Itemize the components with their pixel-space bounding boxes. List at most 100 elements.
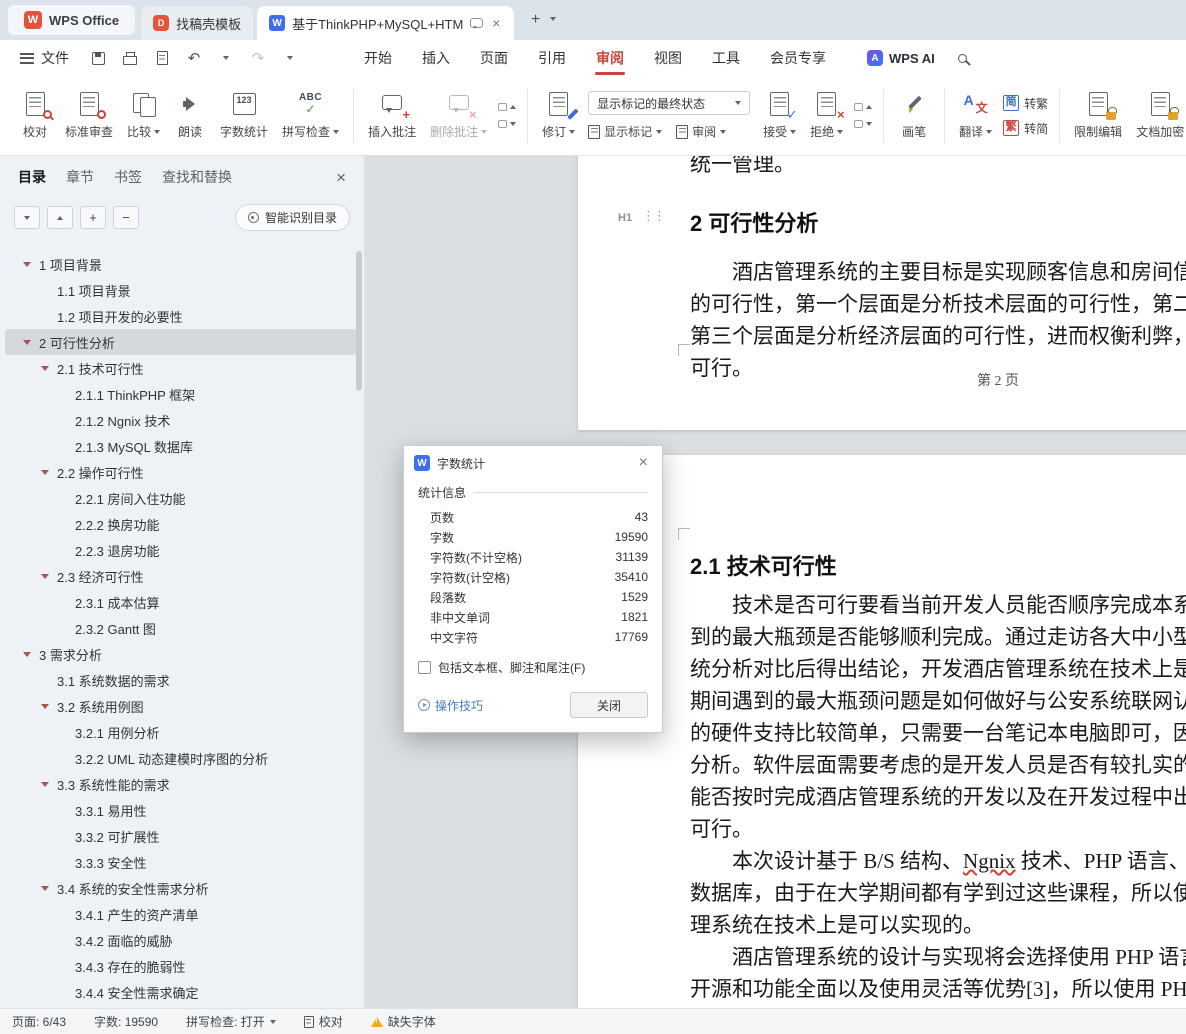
toc-expand-arrow-icon[interactable] [41, 885, 49, 891]
print-button[interactable] [119, 47, 141, 69]
menu-tab[interactable]: 开始 [349, 40, 407, 76]
pen-button[interactable]: 画笔 [891, 87, 937, 144]
toc-item[interactable]: 2.2.2 换房功能 [5, 511, 359, 537]
next-revision-button[interactable] [854, 120, 873, 128]
document-canvas[interactable]: 统一管理。 H1 ⋮⋮ 2 可行性分析 酒店管理系统的主要目标是实现顾客信息和房… [365, 156, 1186, 1008]
tab-close-icon[interactable]: × [490, 14, 502, 32]
toc-item[interactable]: 3.4 系统的安全性需求分析 [5, 875, 359, 901]
status-proofread[interactable]: 校对 [303, 1013, 343, 1030]
toc-item[interactable]: 3.3.2 可扩展性 [5, 823, 359, 849]
toc-item[interactable]: 3.5 系统功能性需求分析 [5, 1005, 359, 1008]
sidebar-tab[interactable]: 章节 [66, 167, 94, 187]
drag-handle-icon[interactable]: ⋮⋮ [642, 208, 666, 224]
quick-toolbar-dropdown[interactable] [279, 47, 301, 69]
spell-check-button[interactable]: ABC ✓ 拼写检查 [275, 87, 346, 144]
document-encrypt-button[interactable]: 文档加密 [1129, 87, 1186, 144]
toc-expand-arrow-icon[interactable] [41, 469, 49, 475]
toc-item[interactable]: 3.4.1 产生的资产清单 [5, 901, 359, 927]
toc-item[interactable]: 2.1.3 MySQL 数据库 [5, 433, 359, 459]
sidebar-tab[interactable]: 目录 [18, 167, 46, 187]
menu-tab[interactable]: 引用 [523, 40, 581, 76]
toc-expand-arrow-icon[interactable] [41, 365, 49, 371]
toc-item[interactable]: 3.3.3 安全性 [5, 849, 359, 875]
translate-button[interactable]: A文 翻译 [952, 87, 999, 144]
toc-expand-arrow-icon[interactable] [23, 339, 31, 345]
menu-tab[interactable]: 工具 [697, 40, 755, 76]
toc-expand-arrow-icon[interactable] [41, 703, 49, 709]
toc-item[interactable]: 1.1 项目背景 [5, 277, 359, 303]
status-page-indicator[interactable]: 页面: 6/43 [12, 1013, 66, 1030]
menu-tab[interactable]: 会员专享 [755, 40, 841, 76]
tab-docer-template[interactable]: D 找稿壳模板 [141, 6, 254, 40]
toc-item[interactable]: 1.2 项目开发的必要性 [5, 303, 359, 329]
toc-item[interactable]: 1 项目背景 [5, 251, 359, 277]
track-changes-button[interactable]: 修订 [535, 87, 582, 144]
menu-tab[interactable]: 视图 [639, 40, 697, 76]
delete-comment-button[interactable]: × 删除批注 [423, 87, 494, 144]
toc-item[interactable]: 2.1.1 ThinkPHP 框架 [5, 381, 359, 407]
show-markup-button[interactable]: 显示标记 [588, 123, 663, 140]
toc-item[interactable]: 3.3.1 易用性 [5, 797, 359, 823]
save-button[interactable] [87, 47, 109, 69]
toc-item[interactable]: 3.3 系统性能的需求 [5, 771, 359, 797]
toc-item[interactable]: 3.4.4 安全性需求确定 [5, 979, 359, 1005]
tab-list-dropdown[interactable] [550, 8, 557, 26]
sidebar-tab[interactable]: 书签 [114, 167, 142, 187]
toc-item[interactable]: 3.2.1 用例分析 [5, 719, 359, 745]
toc-item[interactable]: 2.1.2 Ngnix 技术 [5, 407, 359, 433]
sidebar-tab[interactable]: 查找和替换 [162, 167, 232, 187]
dialog-close-icon[interactable]: × [635, 453, 652, 473]
reject-button[interactable]: × 拒绝 [803, 87, 850, 144]
toc-item[interactable]: 3.4.2 面临的威胁 [5, 927, 359, 953]
read-aloud-button[interactable]: 朗读 [167, 87, 213, 144]
toc-expand-arrow-icon[interactable] [23, 651, 31, 657]
tips-link[interactable]: 操作技巧 [418, 697, 483, 714]
print-preview-button[interactable] [151, 47, 173, 69]
menu-tab[interactable]: 审阅 [581, 40, 639, 76]
next-comment-button[interactable] [498, 120, 517, 128]
toc-item[interactable]: 2.3.2 Gantt 图 [5, 615, 359, 641]
status-spellcheck[interactable]: 拼写检查: 打开 [186, 1013, 276, 1030]
toc-item[interactable]: 2 可行性分析 [5, 329, 359, 355]
redo-button[interactable]: ↷ [247, 47, 269, 69]
toc-item[interactable]: 2.3 经济可行性 [5, 563, 359, 589]
compare-button[interactable]: 比较 [120, 87, 167, 144]
toc-item[interactable]: 2.1 技术可行性 [5, 355, 359, 381]
undo-button[interactable]: ↶ [183, 47, 205, 69]
toc-item[interactable]: 2.3.1 成本估算 [5, 589, 359, 615]
file-menu-button[interactable]: 文件 [12, 48, 77, 68]
toc-expand-arrow-icon[interactable] [41, 781, 49, 787]
toc-expand-arrow-icon[interactable] [23, 261, 31, 267]
wps-ai-button[interactable]: A WPS AI [867, 50, 935, 66]
include-textboxes-checkbox[interactable]: 包括文本框、脚注和尾注(F) [418, 659, 648, 676]
search-button[interactable] [951, 46, 975, 70]
smart-toc-button[interactable]: 智能识别目录 [234, 204, 350, 231]
insert-comment-button[interactable]: + 插入批注 [361, 87, 423, 144]
toc-item[interactable]: 2.2.3 退房功能 [5, 537, 359, 563]
previous-revision-button[interactable] [854, 103, 873, 111]
toc-item[interactable]: 3.4.3 存在的脆弱性 [5, 953, 359, 979]
standard-review-button[interactable]: 标准审查 [58, 87, 120, 144]
undo-dropdown[interactable] [215, 47, 237, 69]
sidebar-scrollbar[interactable] [356, 251, 362, 391]
toc-item[interactable]: 3.2.2 UML 动态建模时序图的分析 [5, 745, 359, 771]
close-dialog-button[interactable]: 关闭 [570, 692, 648, 718]
expand-all-button[interactable] [47, 206, 73, 229]
collapse-all-button[interactable] [14, 206, 40, 229]
zoom-in-outline-button[interactable]: + [80, 206, 106, 229]
accept-button[interactable]: ✓ 接受 [756, 87, 803, 144]
word-count-button[interactable]: 123 字数统计 [213, 87, 275, 144]
markup-state-select[interactable]: 显示标记的最终状态 [588, 91, 751, 115]
document-page[interactable]: 统一管理。 H1 ⋮⋮ 2 可行性分析 酒店管理系统的主要目标是实现顾客信息和房… [578, 156, 1186, 430]
to-traditional-button[interactable]: 简 转繁 [1003, 95, 1048, 112]
toc-item[interactable]: 2.2.1 房间入住功能 [5, 485, 359, 511]
wps-home-button[interactable]: W WPS Office [8, 5, 136, 35]
status-missing-font[interactable]: 缺失字体 [370, 1013, 436, 1030]
tab-current-document[interactable]: W 基于ThinkPHP+MySQL+HTM × [257, 6, 515, 40]
checkbox-icon[interactable] [418, 661, 431, 674]
toc-item[interactable]: 3.2 系统用例图 [5, 693, 359, 719]
zoom-out-outline-button[interactable]: − [113, 206, 139, 229]
toc-expand-arrow-icon[interactable] [41, 573, 49, 579]
previous-comment-button[interactable] [498, 103, 517, 111]
toc-item[interactable]: 2.2 操作可行性 [5, 459, 359, 485]
